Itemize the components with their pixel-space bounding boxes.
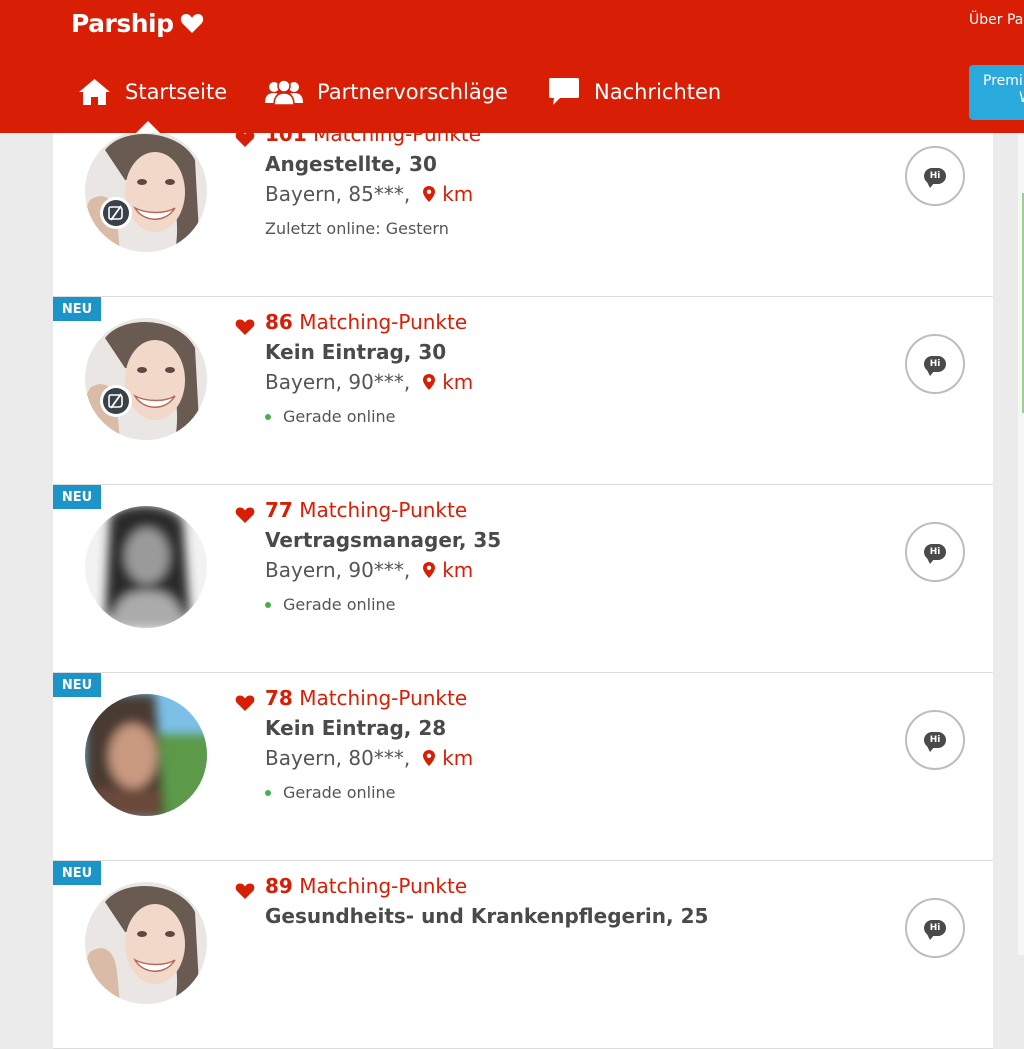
location-text: Bayern, 90***, bbox=[265, 558, 411, 582]
matching-points: 86 Matching-Punkte bbox=[265, 310, 467, 334]
matching-points: 78 Matching-Punkte bbox=[265, 686, 467, 710]
heart-icon bbox=[235, 507, 255, 523]
online-status: Gerade online bbox=[265, 783, 396, 802]
nav-label: Nachrichten bbox=[594, 80, 722, 104]
online-status: Gerade online bbox=[265, 407, 396, 426]
say-hi-button[interactable]: Hi bbox=[905, 898, 965, 958]
online-dot-icon bbox=[265, 413, 271, 420]
profile-avatar[interactable] bbox=[85, 506, 207, 628]
location-text: Bayern, 85***, bbox=[265, 182, 411, 206]
say-hi-button[interactable]: Hi bbox=[905, 710, 965, 770]
online-status: Zuletzt online: Gestern bbox=[265, 219, 449, 238]
avatar-photo bbox=[85, 882, 207, 1004]
new-badge: NEU bbox=[53, 485, 101, 509]
chat-icon bbox=[549, 78, 579, 105]
avatar-photo bbox=[85, 694, 207, 816]
profile-avatar[interactable] bbox=[85, 694, 207, 816]
distance-unit: km bbox=[442, 746, 474, 770]
status-text: Gerade online bbox=[283, 595, 396, 614]
premium-button[interactable]: Premi W bbox=[969, 65, 1024, 120]
profile-title[interactable]: Kein Eintrag, 30 bbox=[265, 340, 446, 364]
profile-card[interactable]: NEU 89 Matching-Punkte Gesundheits- und … bbox=[53, 861, 993, 1049]
heart-icon bbox=[235, 883, 255, 899]
profile-location: Bayern, 85***, km bbox=[265, 182, 473, 206]
nav-label: Partnervorschläge bbox=[317, 80, 508, 104]
distance-unit: km bbox=[442, 182, 474, 206]
profile-avatar[interactable] bbox=[85, 318, 207, 440]
heart-icon bbox=[235, 319, 255, 335]
right-sidebar-edge bbox=[1018, 133, 1024, 955]
distance-unit: km bbox=[442, 558, 474, 582]
location-pin-icon bbox=[423, 562, 436, 578]
nav-nachrichten[interactable]: Nachrichten bbox=[548, 74, 721, 110]
online-status: Gerade online bbox=[265, 595, 396, 614]
points-label: Matching-Punkte bbox=[299, 874, 468, 898]
status-text: Zuletzt online: Gestern bbox=[265, 219, 449, 238]
new-badge: NEU bbox=[53, 673, 101, 697]
heart-logo-icon bbox=[180, 14, 203, 33]
profile-location: Bayern, 80***, km bbox=[265, 746, 473, 770]
profile-title[interactable]: Vertragsmanager, 35 bbox=[265, 528, 501, 552]
profile-card[interactable]: NEU 86 Matching-Punkte Kein Eintrag, 30 … bbox=[53, 297, 993, 485]
profile-location: Bayern, 90***, km bbox=[265, 370, 473, 394]
profile-location: Bayern, 90***, km bbox=[265, 558, 473, 582]
location-text: Bayern, 80***, bbox=[265, 746, 411, 770]
status-text: Gerade online bbox=[283, 783, 396, 802]
profile-title[interactable]: Kein Eintrag, 28 bbox=[265, 716, 446, 740]
online-dot-icon bbox=[265, 601, 271, 608]
profile-avatar[interactable] bbox=[85, 882, 207, 1004]
say-hi-button[interactable]: Hi bbox=[905, 522, 965, 582]
top-header: Parship Über Pa Startseite Partnervorsch… bbox=[0, 0, 1024, 133]
active-nav-indicator bbox=[136, 121, 160, 133]
points-label: Matching-Punkte bbox=[299, 686, 468, 710]
avatar-photo bbox=[85, 506, 207, 628]
distance-unit: km bbox=[442, 370, 474, 394]
hi-chat-icon: Hi bbox=[924, 544, 946, 564]
profile-card[interactable]: 101 Matching-Punkte Angestellte, 30 Baye… bbox=[53, 109, 993, 297]
hi-chat-icon: Hi bbox=[924, 356, 946, 376]
avatar-photo bbox=[85, 318, 207, 440]
hi-chat-icon: Hi bbox=[924, 920, 946, 940]
profile-title[interactable]: Gesundheits- und Krankenpflegerin, 25 bbox=[265, 904, 708, 928]
points-label: Matching-Punkte bbox=[299, 498, 468, 522]
people-icon bbox=[265, 79, 303, 105]
hidden-photo-icon bbox=[100, 385, 132, 417]
about-link[interactable]: Über Pa bbox=[969, 12, 1023, 28]
hidden-photo-icon bbox=[100, 197, 132, 229]
nav-partnervorschlaege[interactable]: Partnervorschläge bbox=[265, 74, 508, 110]
say-hi-button[interactable]: Hi bbox=[905, 146, 965, 206]
new-badge: NEU bbox=[53, 861, 101, 885]
hi-chat-icon: Hi bbox=[924, 732, 946, 752]
profile-card[interactable]: NEU 77 Matching-Punkte Vertragsmanager, … bbox=[53, 485, 993, 673]
points-label: Matching-Punkte bbox=[299, 310, 468, 334]
profile-title[interactable]: Angestellte, 30 bbox=[265, 152, 437, 176]
location-pin-icon bbox=[423, 374, 436, 390]
nav-label: Startseite bbox=[125, 80, 228, 104]
new-badge: NEU bbox=[53, 297, 101, 321]
status-text: Gerade online bbox=[283, 407, 396, 426]
location-text: Bayern, 90***, bbox=[265, 370, 411, 394]
points-value: 89 bbox=[265, 874, 293, 898]
avatar-photo bbox=[85, 130, 207, 252]
hi-chat-icon: Hi bbox=[924, 168, 946, 188]
points-value: 78 bbox=[265, 686, 293, 710]
say-hi-button[interactable]: Hi bbox=[905, 334, 965, 394]
profile-avatar[interactable] bbox=[85, 130, 207, 252]
points-value: 86 bbox=[265, 310, 293, 334]
matching-points: 77 Matching-Punkte bbox=[265, 498, 467, 522]
location-pin-icon bbox=[423, 186, 436, 202]
points-value: 77 bbox=[265, 498, 293, 522]
nav-startseite[interactable]: Startseite bbox=[78, 74, 227, 110]
location-pin-icon bbox=[423, 750, 436, 766]
matching-points: 89 Matching-Punkte bbox=[265, 874, 467, 898]
brand-name: Parship bbox=[71, 8, 174, 38]
online-dot-icon bbox=[265, 789, 271, 796]
parship-logo[interactable]: Parship bbox=[71, 6, 204, 40]
home-icon bbox=[79, 79, 110, 105]
heart-icon bbox=[235, 695, 255, 711]
profile-card[interactable]: NEU 78 Matching-Punkte Kein Eintrag, 28 … bbox=[53, 673, 993, 861]
